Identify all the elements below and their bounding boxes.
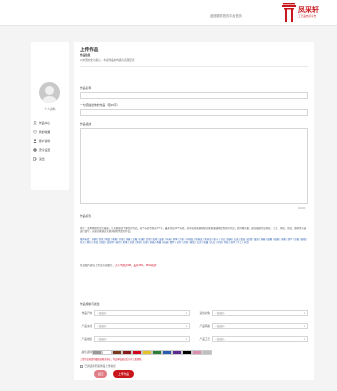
sidebar-item-label: 我的收藏 [39, 130, 51, 134]
checkbox-box[interactable] [80, 364, 83, 368]
tags-label: 作品标签 [80, 214, 92, 218]
heart-icon [33, 130, 37, 134]
color-swatch[interactable] [92, 350, 102, 355]
image-note-text: 作品图片建议上传正方形图片， [80, 264, 116, 267]
craft-select[interactable]: --请选择-- ▾ [212, 336, 308, 342]
sidebar-item-label: 退出 [39, 157, 45, 161]
upload-hint: 上传作品前请仔细阅读相关协议，作品审核通过后方可上架销售。 [80, 359, 144, 361]
sidebar: 个人资料 作品中心 我的收藏 账户资料 安全设置 退出 [31, 42, 69, 190]
color-label: 颜色选择 [81, 351, 92, 354]
logout-icon [33, 157, 37, 161]
section-description: 以中国文化为核心，丰富作品的内涵与表现形式 [80, 59, 135, 62]
keywords-label: 一句话描述你的作品（限20字） [80, 103, 120, 107]
audience-label: 适用对象 [199, 312, 210, 315]
select-value: --请选择-- [97, 325, 108, 328]
style-label: 产品风格 [199, 325, 210, 328]
color-swatch[interactable] [202, 350, 212, 355]
color-swatch[interactable] [102, 350, 112, 355]
style-select[interactable]: --请选择-- ▾ [212, 323, 308, 329]
usage-label: 产品用途 [81, 338, 92, 341]
brand-subtitle: 工艺品交易平台 [298, 15, 317, 18]
sidebar-item-account[interactable]: 账户资料 [33, 137, 67, 145]
craft-label: 产品工艺 [199, 338, 210, 341]
color-swatches [92, 350, 212, 355]
keywords-input[interactable] [80, 109, 308, 116]
intro-textarea[interactable] [80, 128, 308, 204]
select-value: --请选择-- [215, 338, 226, 341]
upload-button[interactable]: 上传作品 [113, 370, 134, 378]
color-swatch[interactable] [172, 350, 182, 355]
material-label: 产品主材 [81, 325, 92, 328]
tag-tips: 提示：请用精简的语言描述，让买家更快了解您的作品。每个标签不超过6个字，最多添加… [80, 227, 307, 234]
agree-label: 已阅读并同意作品上传协议 [84, 365, 116, 368]
gate-logo-icon [282, 3, 296, 22]
material-select[interactable]: --请选择-- ▾ [94, 323, 190, 329]
person-icon [33, 139, 37, 143]
agree-checkbox[interactable]: 已阅读并同意作品上传协议 [80, 364, 116, 368]
sidebar-item-favorites[interactable]: 我的收藏 [33, 128, 67, 136]
chevron-down-icon: ▾ [185, 337, 187, 341]
sidebar-item-label: 账户资料 [39, 139, 51, 143]
chevron-down-icon: ▾ [185, 311, 187, 315]
select-value: --请选择-- [97, 312, 108, 315]
recommended-tags[interactable]: 推荐标签：刺绣 | 剪纸 | 陶瓷 | 木雕 | 竹编 | 漆器 | 玉雕 | … [80, 238, 308, 260]
chevron-down-icon: ▾ [303, 311, 305, 315]
color-swatch[interactable] [182, 350, 192, 355]
chevron-down-icon: ▾ [303, 337, 305, 341]
avatar[interactable] [39, 82, 60, 103]
sidebar-item-security[interactable]: 安全设置 [33, 146, 67, 154]
color-swatch[interactable] [132, 350, 142, 355]
color-swatch[interactable] [142, 350, 152, 355]
image-note-limit: 大小不超过5M，支持JPG、PNG格式 [115, 264, 157, 267]
color-swatch[interactable] [152, 350, 162, 355]
sidebar-item-works[interactable]: 作品中心 [33, 119, 67, 127]
select-value: --请选择-- [97, 338, 108, 341]
user-icon [33, 121, 37, 125]
name-input[interactable] [80, 92, 308, 99]
section-subtitle: 作品信息 [80, 54, 91, 57]
audience-select[interactable]: --请选择-- ▾ [212, 310, 308, 316]
image-note: 作品图片建议上传正方形图片，大小不超过5M，支持JPG、PNG格式 [80, 263, 308, 267]
color-swatch[interactable] [112, 350, 122, 355]
attributes-title: 作品规格与属性 [80, 302, 100, 306]
back-button[interactable]: 返回 [94, 370, 107, 378]
name-label: 作品名称 [80, 86, 92, 90]
select-value: --请选择-- [215, 325, 226, 328]
avatar-label: 个人资料 [44, 107, 56, 111]
origin-select[interactable]: --请选择-- ▾ [94, 310, 190, 316]
color-swatch[interactable] [192, 350, 202, 355]
chevron-down-icon: ▾ [303, 324, 305, 328]
divider [80, 66, 308, 67]
origin-label: 作品产地 [81, 312, 92, 315]
chevron-down-icon: ▾ [185, 324, 187, 328]
select-value: --请选择-- [215, 312, 226, 315]
top-bar: 返回服务首页平台首页 凤采轩 工艺品交易平台 [0, 0, 337, 26]
sidebar-item-logout[interactable]: 退出 [33, 155, 67, 163]
intro-label: 作品描述 [80, 122, 92, 126]
sidebar-item-label: 作品中心 [39, 121, 51, 125]
avatar-body [42, 96, 57, 103]
settings-icon [33, 148, 37, 152]
color-swatch[interactable] [122, 350, 132, 355]
avatar-head [45, 86, 54, 95]
color-swatch[interactable] [162, 350, 172, 355]
char-counter: 0/1000 [298, 207, 306, 210]
brand-logo[interactable]: 凤采轩 工艺品交易平台 [282, 3, 328, 25]
usage-select[interactable]: --请选择-- ▾ [94, 336, 190, 342]
sidebar-item-label: 安全设置 [39, 148, 51, 152]
home-link[interactable]: 返回服务首页平台首页 [210, 13, 242, 18]
